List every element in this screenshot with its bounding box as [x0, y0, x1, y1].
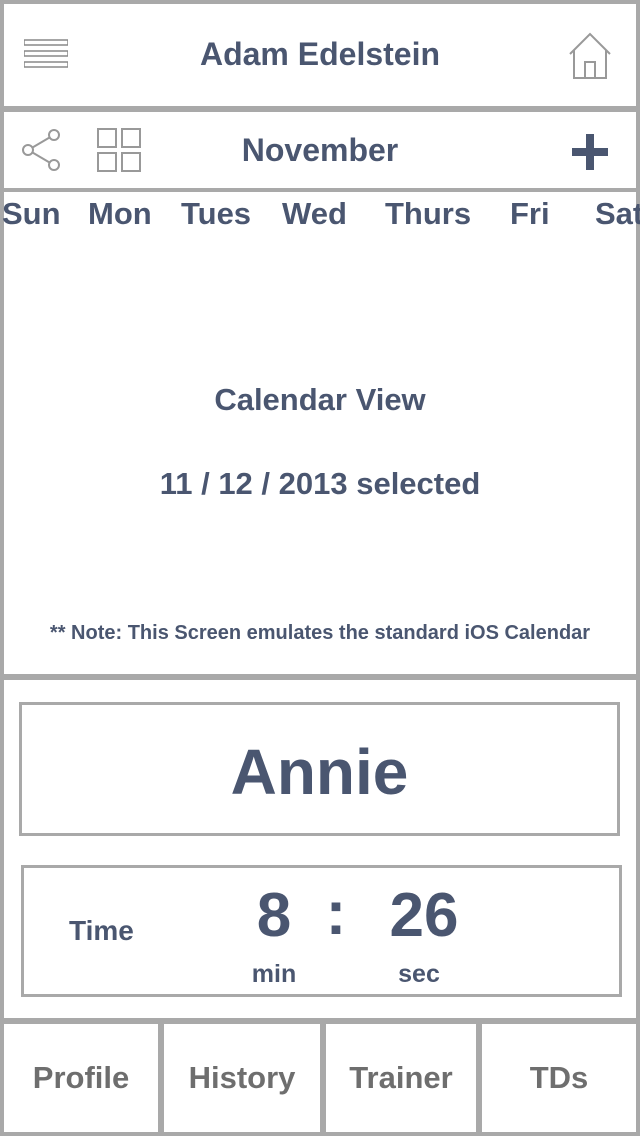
weekday-fri[interactable]: Fri: [510, 196, 550, 232]
plus-icon[interactable]: [570, 132, 610, 172]
athlete-name: Annie: [230, 736, 409, 808]
tab-profile[interactable]: Profile: [4, 1024, 158, 1132]
weekday-tues[interactable]: Tues: [181, 196, 251, 232]
calendar-note: ** Note: This Screen emulates the standa…: [49, 622, 591, 644]
calendar-view-label: Calendar View: [214, 382, 426, 417]
weekday-sat[interactable]: Sat: [595, 196, 640, 232]
home-icon[interactable]: [568, 32, 612, 80]
seconds-unit: sec: [398, 960, 440, 988]
weekday-sun[interactable]: Sun: [2, 196, 61, 232]
time-card[interactable]: Time 8 : 26 min sec: [21, 865, 622, 997]
time-label: Time: [69, 915, 134, 946]
tab-tds[interactable]: TDs: [482, 1024, 636, 1132]
selected-date: 11 / 12 / 2013 selected: [159, 466, 481, 501]
header-bar: Adam Edelstein: [4, 4, 636, 106]
bottom-tab-bar: Profile History Trainer TDs: [0, 1020, 640, 1136]
user-name-title: Adam Edelstein: [199, 36, 441, 72]
athlete-card[interactable]: Annie: [19, 702, 620, 836]
time-separator: :: [325, 879, 347, 948]
seconds-value: 26: [389, 881, 459, 950]
calendar-view: Sun Mon Tues Wed Thurs Fri Sat Calendar …: [2, 192, 640, 674]
tab-history[interactable]: History: [164, 1024, 320, 1132]
weekday-thurs[interactable]: Thurs: [385, 196, 471, 232]
workout-panel: Annie Time 8 : 26 min sec: [4, 680, 636, 1018]
weekday-wed[interactable]: Wed: [282, 196, 347, 232]
weekday-mon[interactable]: Mon: [88, 196, 152, 232]
tab-trainer[interactable]: Trainer: [326, 1024, 476, 1132]
calendar-toolbar: November: [4, 112, 636, 188]
minutes-value: 8: [256, 881, 292, 950]
minutes-unit: min: [251, 960, 297, 988]
month-title: November: [241, 132, 399, 168]
